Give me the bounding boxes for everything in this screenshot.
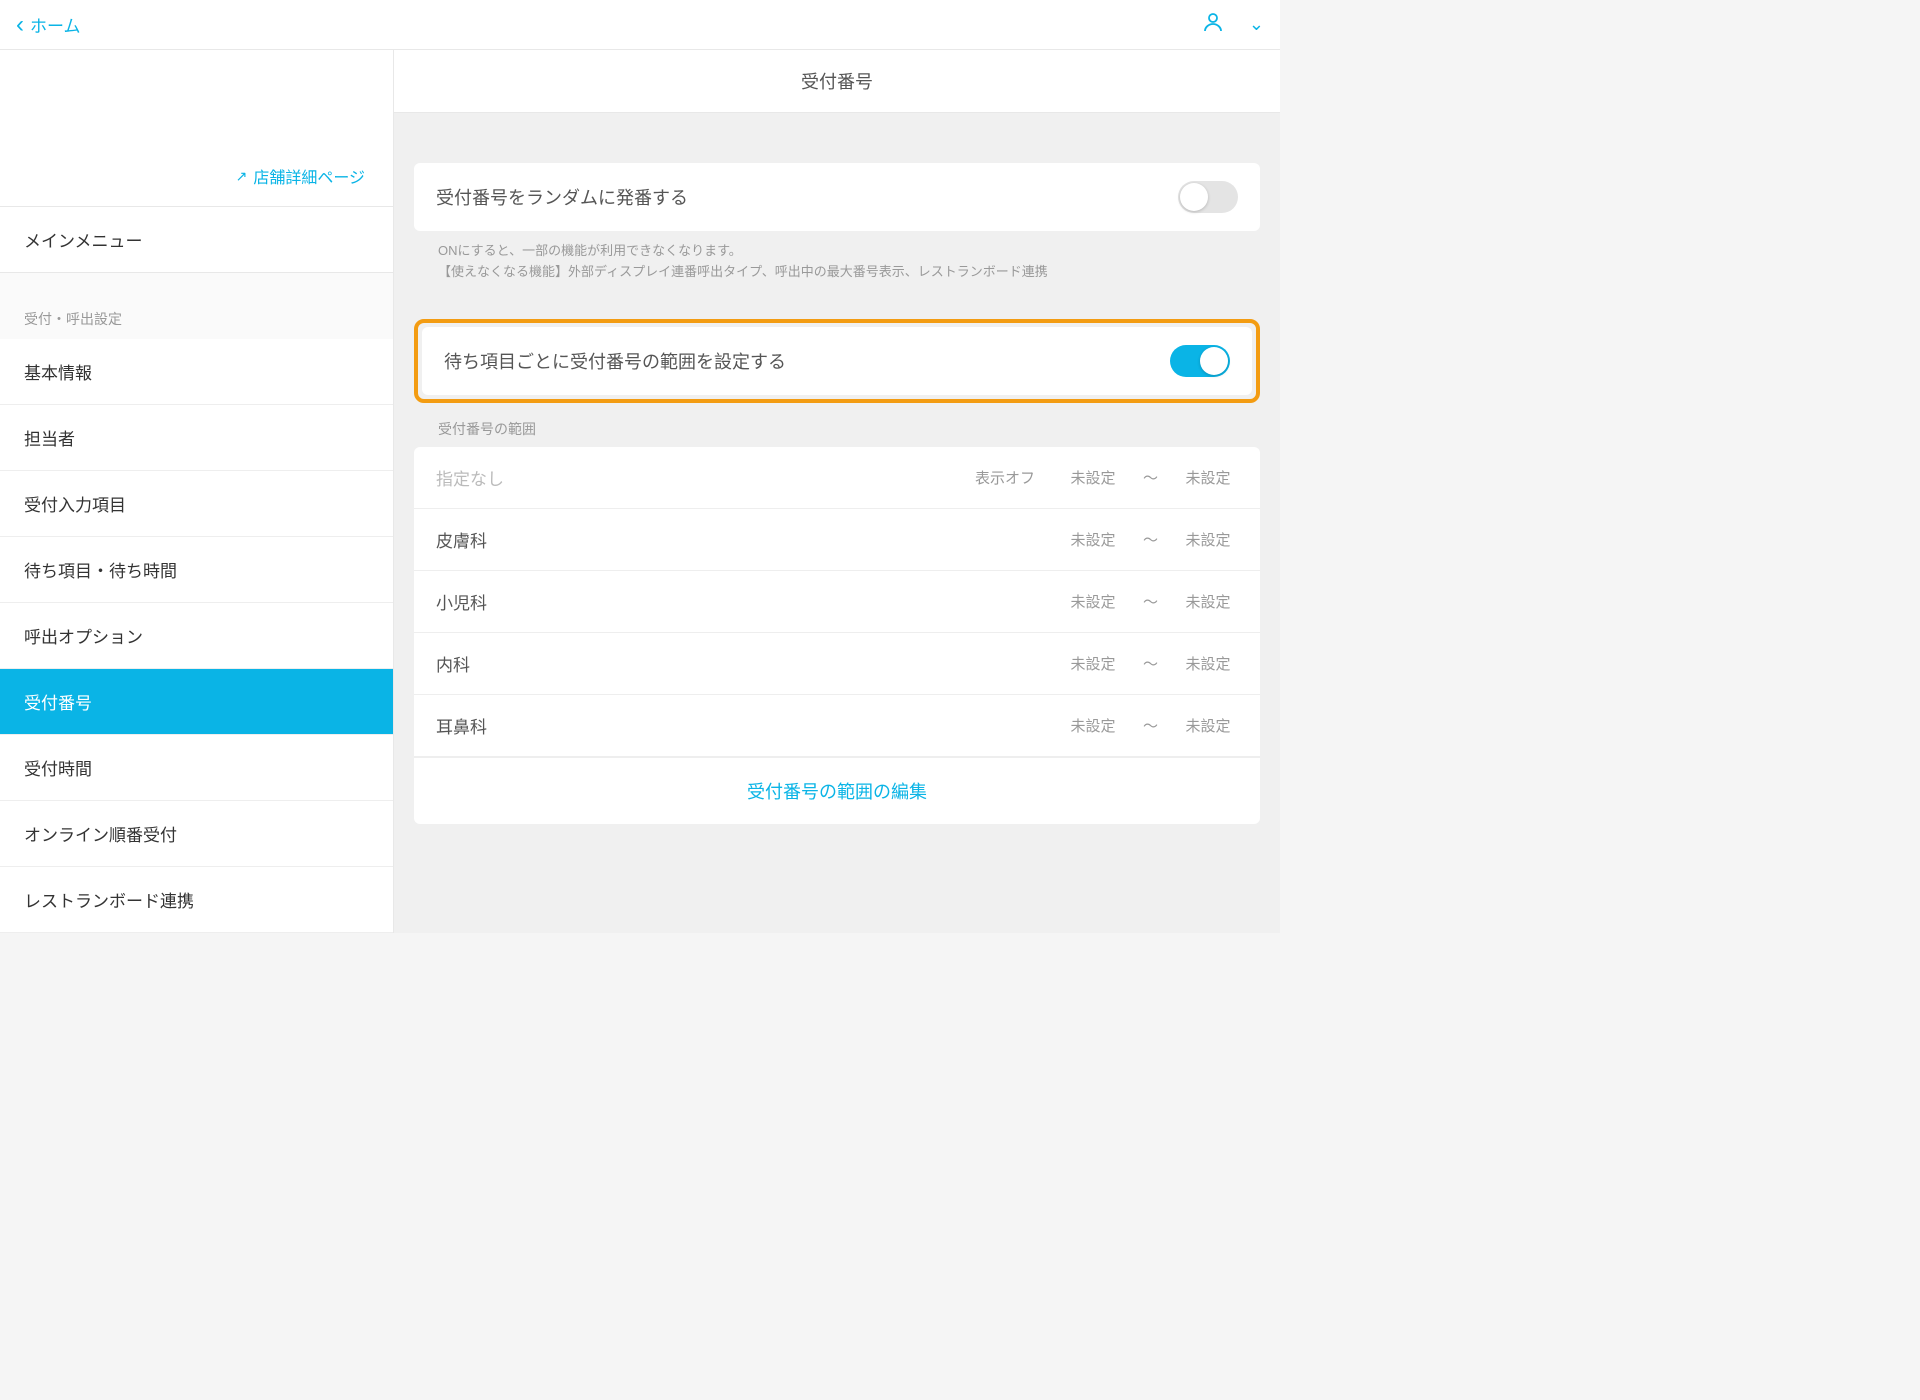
range-from: 未設定 <box>1063 467 1123 488</box>
range-from: 未設定 <box>1063 591 1123 612</box>
range-to: 未設定 <box>1178 653 1238 674</box>
range-name: 小児科 <box>436 589 1063 614</box>
range-tilde: 〜 <box>1143 653 1158 674</box>
range-tilde: 〜 <box>1143 715 1158 736</box>
store-detail-link[interactable]: ↗ 店舗詳細ページ <box>236 164 365 188</box>
sidebar-item-reception-time[interactable]: 受付時間 <box>0 735 393 801</box>
random-number-setting: 受付番号をランダムに発番する <box>414 163 1260 231</box>
top-right: ⌄ <box>1201 10 1264 39</box>
user-icon[interactable] <box>1201 10 1225 39</box>
range-row-ent: 耳鼻科 未設定 〜 未設定 <box>414 695 1260 757</box>
random-toggle[interactable] <box>1178 181 1238 213</box>
sidebar-item-call-options[interactable]: 呼出オプション <box>0 603 393 669</box>
range-table: 指定なし 表示オフ 未設定 〜 未設定 皮膚科 未設定 〜 未設定 小児科 未設… <box>414 447 1260 824</box>
store-link-label: 店舗詳細ページ <box>253 164 365 188</box>
main-menu-item[interactable]: メインメニュー <box>0 207 393 273</box>
range-section-label: 受付番号の範囲 <box>414 403 1260 447</box>
range-tilde: 〜 <box>1143 591 1158 612</box>
help-line-1: ONにすると、一部の機能が利用できなくなります。 <box>438 241 1236 262</box>
sidebar-item-wait-items[interactable]: 待ち項目・待ち時間 <box>0 537 393 603</box>
range-to: 未設定 <box>1178 467 1238 488</box>
range-row-internal: 内科 未設定 〜 未設定 <box>414 633 1260 695</box>
range-toggle[interactable] <box>1170 345 1230 377</box>
chevron-down-icon[interactable]: ⌄ <box>1249 14 1264 35</box>
range-name: 指定なし <box>436 465 975 490</box>
sidebar-item-staff[interactable]: 担当者 <box>0 405 393 471</box>
help-text: ONにすると、一部の機能が利用できなくなります。 【使えなくなる機能】外部ディス… <box>414 231 1260 283</box>
range-name: 皮膚科 <box>436 527 1063 552</box>
range-toggle-label: 待ち項目ごとに受付番号の範囲を設定する <box>444 348 786 374</box>
range-row-pediatrics: 小児科 未設定 〜 未設定 <box>414 571 1260 633</box>
external-link-icon: ↗ <box>236 168 248 185</box>
range-row-dermatology: 皮膚科 未設定 〜 未設定 <box>414 509 1260 571</box>
toggle-knob <box>1180 183 1208 211</box>
range-to: 未設定 <box>1178 529 1238 550</box>
sidebar-item-basic-info[interactable]: 基本情報 <box>0 339 393 405</box>
sidebar-item-restaurant-board[interactable]: レストランボード連携 <box>0 867 393 933</box>
range-to: 未設定 <box>1178 591 1238 612</box>
sidebar-item-reception-number[interactable]: 受付番号 <box>0 669 393 735</box>
random-toggle-label: 受付番号をランダムに発番する <box>436 184 688 210</box>
range-tilde: 〜 <box>1143 529 1158 550</box>
content: 受付番号 受付番号をランダムに発番する ONにすると、一部の機能が利用できなくな… <box>394 50 1280 933</box>
range-name: 内科 <box>436 651 1063 676</box>
range-setting-highlight: 待ち項目ごとに受付番号の範囲を設定する <box>414 319 1260 403</box>
toggle-knob <box>1200 347 1228 375</box>
range-row-none: 指定なし 表示オフ 未設定 〜 未設定 <box>414 447 1260 509</box>
range-from: 未設定 <box>1063 529 1123 550</box>
sidebar-item-reception-input[interactable]: 受付入力項目 <box>0 471 393 537</box>
chevron-left-icon: ‹ <box>16 11 24 39</box>
range-to: 未設定 <box>1178 715 1238 736</box>
display-off-label: 表示オフ <box>975 467 1035 488</box>
range-name: 耳鼻科 <box>436 713 1063 738</box>
edit-range-link[interactable]: 受付番号の範囲の編集 <box>747 782 927 802</box>
range-from: 未設定 <box>1063 715 1123 736</box>
help-line-2: 【使えなくなる機能】外部ディスプレイ連番呼出タイプ、呼出中の最大番号表示、レスト… <box>438 262 1236 283</box>
store-section: ↗ 店舗詳細ページ <box>0 50 393 207</box>
back-button[interactable]: ‹ ホーム <box>16 11 81 39</box>
sidebar: ↗ 店舗詳細ページ メインメニュー 受付・呼出設定 基本情報 担当者 受付入力項… <box>0 50 394 933</box>
sidebar-item-online-reception[interactable]: オンライン順番受付 <box>0 801 393 867</box>
range-tilde: 〜 <box>1143 467 1158 488</box>
range-from: 未設定 <box>1063 653 1123 674</box>
top-bar: ‹ ホーム ⌄ <box>0 0 1280 50</box>
range-setting: 待ち項目ごとに受付番号の範囲を設定する <box>422 327 1252 395</box>
back-label: ホーム <box>30 12 81 37</box>
edit-link-row: 受付番号の範囲の編集 <box>414 757 1260 824</box>
page-title: 受付番号 <box>394 50 1280 113</box>
sidebar-section-label: 受付・呼出設定 <box>0 273 393 339</box>
